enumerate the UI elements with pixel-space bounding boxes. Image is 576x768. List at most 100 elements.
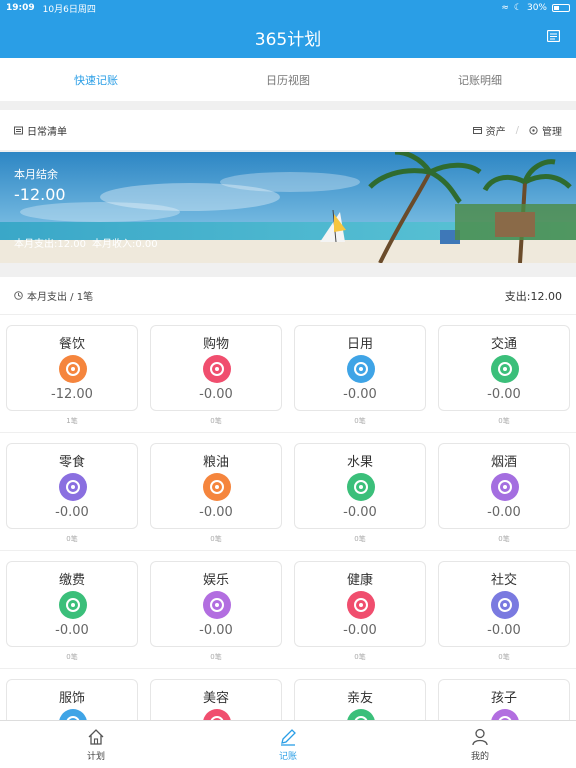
category-amount: -0.00 [199,623,233,638]
category-name: 粮油 [202,455,229,470]
status-time: 19:09 [6,3,35,13]
battery-label: 30% [526,3,547,13]
tab-details[interactable]: 记账明细 [384,58,576,101]
daily-goods-icon [347,355,375,383]
category-name: 餐饮 [58,337,85,352]
category-card[interactable]: 亲友 [294,679,426,720]
tab-calendar[interactable]: 日历视图 [192,58,384,101]
category-card[interactable]: 服饰 [6,679,138,720]
user-icon [472,728,488,746]
app-header: 365计划 [0,16,576,58]
category-name: 零食 [58,455,85,470]
bottom-nav: 计划 记账 我的 [0,720,576,768]
assets-link[interactable]: 资产 [486,123,506,138]
category-count: 0笔 [498,417,510,425]
category-name: 健康 [346,573,373,588]
category-name: 亲友 [346,691,373,706]
category-amount: -0.00 [199,387,233,402]
people-icon [491,591,519,619]
category-amount: -0.00 [343,387,377,402]
nav-plan-label: 计划 [86,752,105,762]
list-header: 日常清单 资产 / 管理 [0,110,576,150]
category-card[interactable]: 娱乐 -0.00 [150,561,282,647]
category-name: 购物 [202,337,229,352]
category-name: 水果 [346,455,373,470]
category-name: 娱乐 [202,573,229,588]
status-date: 10月6日周四 [42,4,96,15]
category-count: 0笔 [354,653,366,661]
expense-summary: 本月支出 / 1笔 支出:12.00 [0,277,576,315]
category-count: 0笔 [354,417,366,425]
category-name: 缴费 [58,573,85,588]
separator: / [515,124,519,136]
pencil-icon [281,729,296,746]
category-count: 0笔 [66,653,78,661]
nav-plan[interactable]: 计划 [0,721,192,768]
category-name: 孩子 [490,691,517,706]
battery-icon [552,4,570,12]
category-grid: 餐饮 -12.00 1笔 购物 -0.00 0笔 日用 -0.00 0笔 交通 -0.00 0笔 零食 -… [0,315,576,720]
category-card[interactable]: 美容 [150,679,282,720]
apple-icon [347,473,375,501]
category-card[interactable]: 购物 -0.00 [150,325,282,411]
fork-knife-icon [59,355,87,383]
category-count: 0笔 [66,535,78,543]
notebook-icon[interactable] [547,30,560,42]
status-indicators: ≈ ☾ 30% [501,3,570,13]
list-icon [14,126,23,134]
manage-link[interactable]: 管理 [542,123,562,138]
daily-list-selector[interactable]: 日常清单 [14,123,67,138]
friends-icon [347,709,375,720]
child-icon [491,709,519,720]
category-amount: -0.00 [199,505,233,520]
category-card[interactable]: 缴费 -0.00 [6,561,138,647]
category-amount: -0.00 [55,623,89,638]
category-amount: -12.00 [51,387,93,402]
category-row: 零食 -0.00 0笔 粮油 -0.00 0笔 水果 -0.00 0笔 烟酒 -0.00 0笔 [0,433,576,551]
summary-total: 支出:12.00 [504,289,562,303]
category-amount: -0.00 [343,623,377,638]
nav-bookkeeping[interactable]: 记账 [192,721,384,768]
category-name: 社交 [490,573,517,588]
category-count: 0笔 [354,535,366,543]
tab-bar: 快速记账 日历视图 记账明细 [0,58,576,101]
category-card[interactable]: 餐饮 -12.00 [6,325,138,411]
category-count: 0笔 [210,653,222,661]
monthly-income: 本月收入:0.00 [92,239,158,250]
bill-check-icon [59,591,87,619]
category-card[interactable]: 水果 -0.00 [294,443,426,529]
wallet-icon [472,126,482,134]
category-amount: -0.00 [487,505,521,520]
category-card[interactable]: 零食 -0.00 [6,443,138,529]
wine-bottle-icon [491,473,519,501]
category-card[interactable]: 社交 -0.00 [438,561,570,647]
nav-bookkeeping-label: 记账 [278,752,297,762]
category-name: 服饰 [58,691,85,706]
list-title: 日常清单 [27,126,67,138]
nav-mine[interactable]: 我的 [384,721,576,768]
category-card[interactable]: 健康 -0.00 [294,561,426,647]
category-card[interactable]: 烟酒 -0.00 [438,443,570,529]
category-name: 烟酒 [490,455,517,470]
category-count: 0笔 [498,535,510,543]
nav-mine-label: 我的 [470,752,489,762]
tab-quick-entry[interactable]: 快速记账 [0,58,192,101]
settings-icon [529,125,538,135]
category-card[interactable]: 交通 -0.00 [438,325,570,411]
monthly-expense: 本月支出:12.00 [14,239,86,250]
category-count: 1笔 [66,417,78,425]
shopping-bag-icon [203,355,231,383]
category-card[interactable]: 孩子 [438,679,570,720]
category-amount: -0.00 [55,505,89,520]
category-name: 交通 [490,337,517,352]
category-count: 0笔 [210,417,222,425]
cupcake-icon [59,473,87,501]
bus-icon [491,355,519,383]
summary-period[interactable]: 本月支出 / 1笔 [14,288,93,303]
clock-icon [14,291,23,300]
category-row: 服饰 美容 亲友 孩子 [0,669,576,720]
category-amount: -0.00 [487,623,521,638]
home-icon [88,729,104,745]
category-card[interactable]: 粮油 -0.00 [150,443,282,529]
category-card[interactable]: 日用 -0.00 [294,325,426,411]
